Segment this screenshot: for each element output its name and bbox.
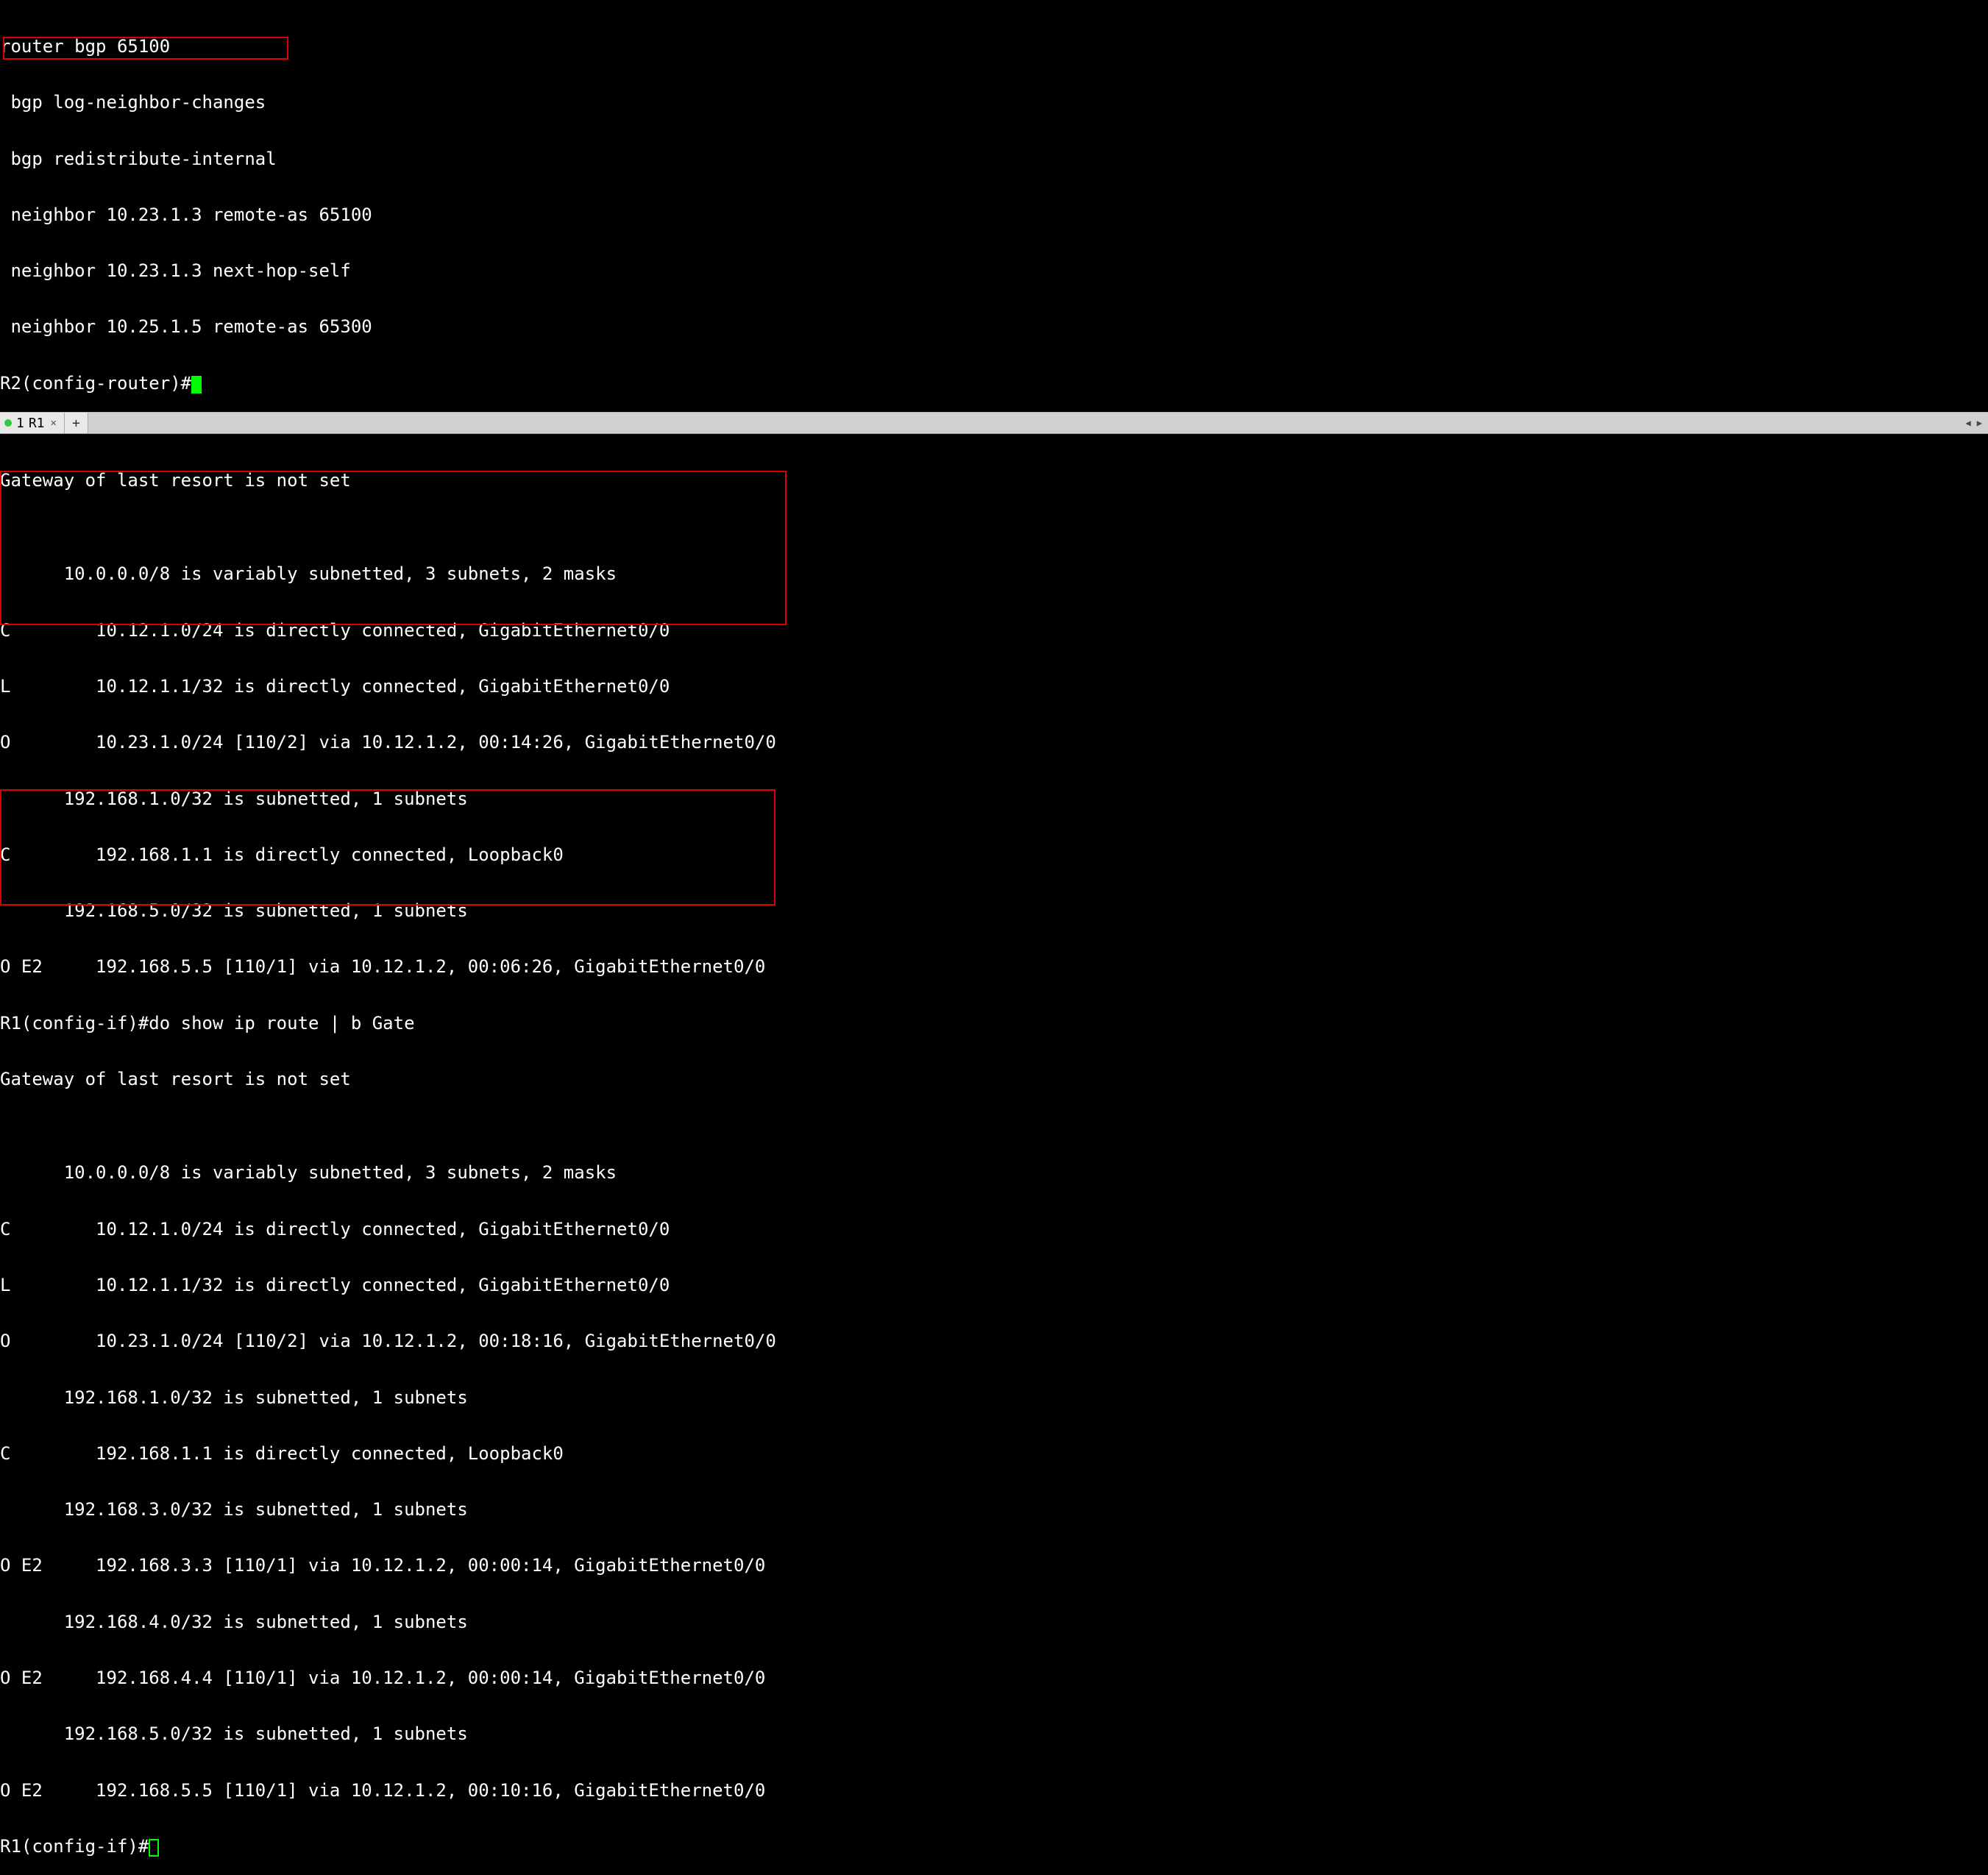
output-line: O E2 192.168.3.3 [110/1] via 10.12.1.2, … — [0, 1556, 1988, 1575]
tab-r1[interactable]: 1 R1 ✕ — [0, 413, 65, 433]
cursor-icon — [149, 1839, 159, 1857]
output-line: C 192.168.1.1 is directly connected, Loo… — [0, 846, 1988, 864]
tab-prev-icon[interactable]: ◀ — [1964, 419, 1973, 428]
output-line: L 10.12.1.1/32 is directly connected, Gi… — [0, 1276, 1988, 1295]
output-line: 192.168.5.0/32 is subnetted, 1 subnets — [0, 902, 1988, 920]
config-line: neighbor 10.23.1.3 remote-as 65100 — [0, 206, 1988, 224]
prompt-line[interactable]: R1(config-if)# — [0, 1837, 1988, 1857]
tab-close-icon[interactable]: ✕ — [49, 418, 58, 429]
output-line: 192.168.4.0/32 is subnetted, 1 subnets — [0, 1613, 1988, 1632]
output-line: C 192.168.1.1 is directly connected, Loo… — [0, 1445, 1988, 1463]
output-line: 192.168.3.0/32 is subnetted, 1 subnets — [0, 1501, 1988, 1519]
output-line: O E2 192.168.4.4 [110/1] via 10.12.1.2, … — [0, 1669, 1988, 1687]
output-line: O 10.23.1.0/24 [110/2] via 10.12.1.2, 00… — [0, 1332, 1988, 1351]
config-line: bgp log-neighbor-changes — [0, 93, 1988, 112]
output-line: 10.0.0.0/8 is variably subnetted, 3 subn… — [0, 1164, 1988, 1182]
output-line: C 10.12.1.0/24 is directly connected, Gi… — [0, 1220, 1988, 1239]
tab-next-icon[interactable]: ▶ — [1975, 419, 1984, 428]
prompt-line[interactable]: R2(config-router)# — [0, 374, 1988, 394]
config-line: bgp redistribute-internal — [0, 150, 1988, 168]
tab-label: R1 — [29, 416, 45, 430]
config-line: neighbor 10.23.1.3 next-hop-self — [0, 262, 1988, 280]
output-line: 192.168.1.0/32 is subnetted, 1 subnets — [0, 790, 1988, 808]
status-dot-icon — [4, 419, 12, 427]
terminal-pane-r1[interactable]: Gateway of last resort is not set 10.0.0… — [0, 434, 1988, 1875]
output-line: Gateway of last resort is not set — [0, 472, 1988, 490]
output-line: O E2 192.168.5.5 [110/1] via 10.12.1.2, … — [0, 958, 1988, 976]
tab-index: 1 — [16, 416, 24, 430]
config-line: router bgp 65100 — [0, 38, 1988, 56]
output-line: 192.168.1.0/32 is subnetted, 1 subnets — [0, 1389, 1988, 1407]
output-line: L 10.12.1.1/32 is directly connected, Gi… — [0, 677, 1988, 696]
cursor-icon — [191, 376, 202, 394]
tab-nav: ◀ ▶ — [1964, 413, 1988, 433]
output-line: Gateway of last resort is not set — [0, 1070, 1988, 1089]
terminal-pane-r2[interactable]: router bgp 65100 bgp log-neighbor-change… — [0, 0, 1988, 412]
prompt-r2: R2(config-router)# — [0, 373, 191, 394]
output-line: O E2 192.168.5.5 [110/1] via 10.12.1.2, … — [0, 1782, 1988, 1800]
prompt-r1: R1(config-if)# — [0, 1836, 149, 1857]
output-line: 192.168.5.0/32 is subnetted, 1 subnets — [0, 1725, 1988, 1743]
command-line: R1(config-if)#do show ip route | b Gate — [0, 1014, 1988, 1033]
tab-bar: 1 R1 ✕ + ◀ ▶ — [0, 412, 1988, 434]
output-line: C 10.12.1.0/24 is directly connected, Gi… — [0, 622, 1988, 640]
config-line: neighbor 10.25.1.5 remote-as 65300 — [0, 318, 1988, 336]
highlight-box — [0, 471, 787, 625]
tab-add-button[interactable]: + — [65, 413, 88, 433]
output-line: 10.0.0.0/8 is variably subnetted, 3 subn… — [0, 565, 1988, 583]
output-line: O 10.23.1.0/24 [110/2] via 10.12.1.2, 00… — [0, 733, 1988, 752]
